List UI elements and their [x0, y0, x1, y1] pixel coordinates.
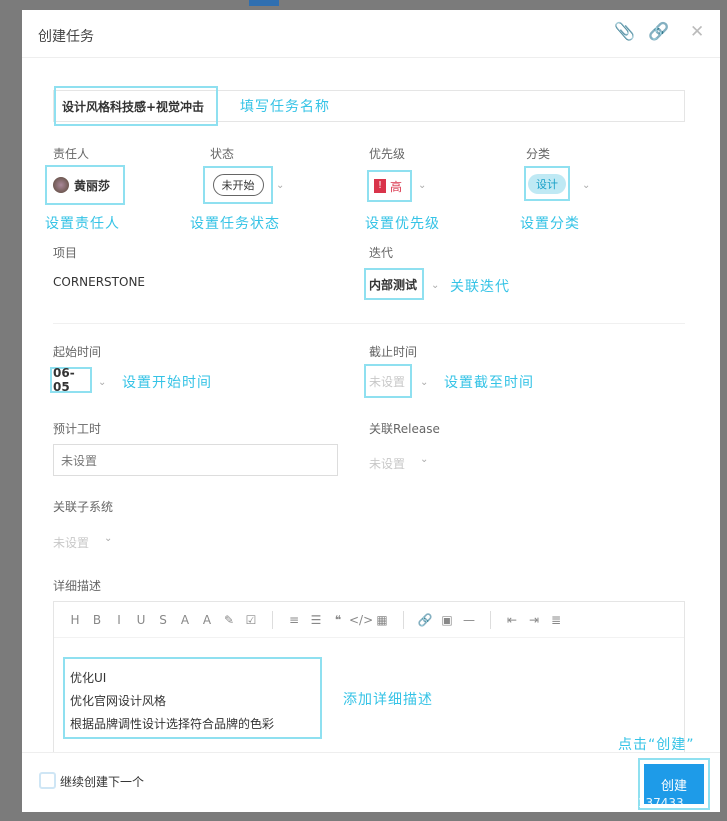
- description-line: 根据品牌调性设计选择符合品牌的色彩: [70, 717, 275, 731]
- task-name-value[interactable]: 设计风格科技感+视觉冲击: [54, 86, 218, 126]
- category-label: 分类: [526, 147, 551, 161]
- avatar: [53, 177, 69, 193]
- outdent-icon[interactable]: ⇤: [501, 613, 523, 627]
- heading-icon[interactable]: H: [64, 613, 86, 627]
- align-icon[interactable]: ≣: [545, 613, 567, 627]
- table-icon[interactable]: ▦: [371, 613, 393, 627]
- annotation-create: 点击“创建”: [618, 737, 695, 753]
- chevron-down-icon[interactable]: ⌄: [98, 377, 106, 388]
- image-icon[interactable]: ▣: [436, 613, 458, 627]
- link-icon[interactable]: 🔗: [414, 613, 436, 627]
- category-tag: 设计: [528, 173, 566, 194]
- priority-select[interactable]: ! 高: [367, 170, 412, 202]
- toolbar-divider: [490, 610, 491, 629]
- annotation-iteration: 关联迭代: [450, 279, 510, 295]
- chevron-down-icon[interactable]: ⌄: [420, 377, 428, 388]
- status-select[interactable]: 未开始: [203, 166, 273, 204]
- ordered-list-icon[interactable]: ≡: [283, 613, 305, 627]
- toolbar-divider: [272, 610, 273, 629]
- annotation-category: 设置分类: [520, 216, 580, 232]
- strikethrough-icon[interactable]: S: [152, 613, 174, 627]
- start-time-label: 起始时间: [53, 345, 102, 359]
- watermark: https://blog.csdn.net/qq_41137433: [473, 796, 684, 810]
- horizontal-rule-icon[interactable]: —: [458, 613, 480, 627]
- estimate-input[interactable]: 未设置: [53, 444, 338, 476]
- editor-toolbar: H B I U S A A ✎ ☑ ≡ ☰ ❝ </> ▦ 🔗 ▣ — ⇤ ⇥ ≣: [54, 602, 684, 638]
- subsystem-select[interactable]: 未设置: [53, 534, 89, 551]
- link-icon[interactable]: 🔗: [648, 22, 669, 42]
- description-label: 详细描述: [53, 579, 102, 593]
- annotation-status: 设置任务状态: [190, 216, 280, 232]
- priority-value: 高: [390, 179, 403, 194]
- assignee-value: 黄丽莎: [74, 178, 111, 193]
- continue-create-label[interactable]: 继续创建下一个: [60, 773, 144, 790]
- dialog-title: 创建任务: [38, 29, 94, 45]
- divider: [53, 323, 685, 324]
- chevron-down-icon[interactable]: ⌄: [418, 180, 426, 191]
- description-content[interactable]: 优化UI 优化官网设计风格 根据品牌调性设计选择符合品牌的色彩: [63, 657, 322, 739]
- status-label: 状态: [210, 147, 235, 161]
- background-tab-indicator: [249, 0, 279, 6]
- project-label: 项目: [53, 246, 78, 260]
- continue-create-checkbox[interactable]: [39, 772, 56, 789]
- indent-icon[interactable]: ⇥: [523, 613, 545, 627]
- subsystem-label: 关联子系统: [53, 500, 114, 514]
- annotation-task-name: 填写任务名称: [240, 99, 330, 115]
- highlighter-icon[interactable]: ✎: [218, 613, 240, 627]
- end-time-select[interactable]: 未设置: [364, 364, 412, 398]
- description-line: 优化UI: [70, 671, 107, 685]
- priority-icon: !: [374, 179, 386, 193]
- chevron-down-icon[interactable]: ⌄: [276, 180, 284, 191]
- chevron-down-icon[interactable]: ⌄: [431, 280, 439, 291]
- priority-label: 优先级: [369, 147, 406, 161]
- toolbar-divider: [403, 610, 404, 629]
- checkbox-icon[interactable]: ☑: [240, 613, 262, 627]
- description-line: 优化官网设计风格: [70, 694, 167, 708]
- assignee-label: 责任人: [53, 147, 90, 161]
- end-time-label: 截止时间: [369, 345, 418, 359]
- assignee-select[interactable]: 黄丽莎: [45, 165, 125, 205]
- quote-icon[interactable]: ❝: [327, 613, 349, 627]
- bold-icon[interactable]: B: [86, 613, 108, 627]
- annotation-assignee: 设置责任人: [45, 216, 120, 232]
- paperclip-icon[interactable]: 📎: [614, 22, 635, 42]
- chevron-down-icon[interactable]: ⌄: [104, 533, 112, 544]
- code-icon[interactable]: </>: [349, 613, 373, 627]
- annotation-description: 添加详细描述: [343, 692, 433, 708]
- annotation-end-time: 设置截至时间: [444, 375, 534, 391]
- background-color-icon[interactable]: A: [196, 613, 218, 627]
- chevron-down-icon[interactable]: ⌄: [420, 454, 428, 465]
- release-label: 关联Release: [369, 422, 440, 436]
- italic-icon[interactable]: I: [108, 613, 130, 627]
- close-icon[interactable]: ✕: [690, 22, 704, 42]
- status-badge: 未开始: [212, 174, 264, 196]
- annotation-priority: 设置优先级: [365, 216, 440, 232]
- category-select[interactable]: 设计: [524, 166, 570, 201]
- chevron-down-icon[interactable]: ⌄: [582, 180, 590, 191]
- release-select[interactable]: 未设置: [369, 455, 405, 472]
- font-color-icon[interactable]: A: [174, 613, 196, 627]
- underline-icon[interactable]: U: [130, 613, 152, 627]
- iteration-label: 迭代: [369, 246, 394, 260]
- iteration-select[interactable]: 内部测试: [364, 268, 424, 300]
- start-time-select[interactable]: 06-05: [50, 366, 92, 394]
- unordered-list-icon[interactable]: ☰: [305, 613, 327, 627]
- project-value: CORNERSTONE: [53, 275, 146, 289]
- annotation-start-time: 设置开始时间: [122, 375, 212, 391]
- estimate-label: 预计工时: [53, 422, 102, 436]
